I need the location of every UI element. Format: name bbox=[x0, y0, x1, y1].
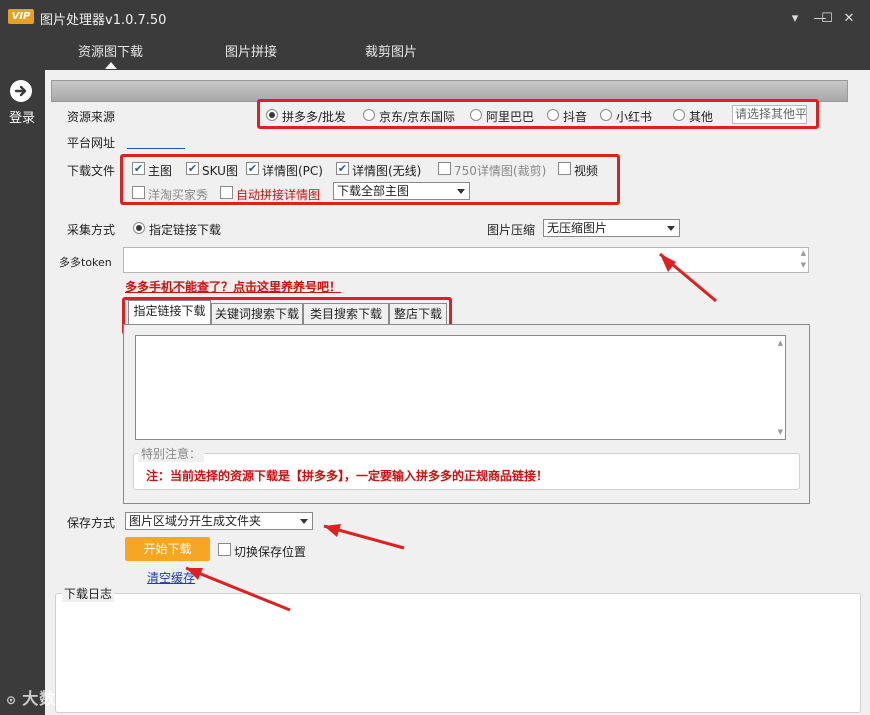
download-log-area[interactable] bbox=[55, 593, 861, 713]
checkbox-label: 详情图(无线) bbox=[352, 164, 422, 178]
checkbox-label: 洋淘买家秀 bbox=[148, 188, 209, 202]
save-method-select[interactable]: 图片区域分开生成文件夹 bbox=[125, 512, 313, 530]
download-log-label: 下载日志 bbox=[62, 585, 115, 602]
checkbox-label: 详情图(PC) bbox=[262, 164, 323, 178]
chevron-down-icon bbox=[300, 519, 308, 524]
tab-crop-image[interactable]: 裁剪图片 bbox=[365, 41, 417, 60]
source-option-label: 小红书 bbox=[616, 110, 653, 124]
download-files-label: 下载文件 bbox=[67, 164, 116, 178]
login-button[interactable]: 登录 bbox=[9, 107, 35, 126]
scroll-down-icon[interactable]: ▼ bbox=[801, 261, 806, 269]
compress-select[interactable]: 无压缩图片 bbox=[543, 219, 680, 237]
checkbox-switch-save-location[interactable] bbox=[218, 543, 231, 556]
notice-text: 注：当前选择的资源下载是【拼多多】，一定要输入拼多多的正规商品链接！ bbox=[146, 469, 549, 483]
token-label: 多多token bbox=[59, 256, 112, 269]
checkbox-sku-image[interactable]: ✔ bbox=[186, 162, 199, 175]
notice-title: 特别注意： bbox=[138, 445, 205, 462]
top-tab-bar: 资源图下载 图片拼接 裁剪图片 bbox=[0, 36, 870, 70]
platform-url-label: 平台网址 bbox=[67, 136, 116, 150]
source-radio-other[interactable] bbox=[673, 109, 685, 121]
checkbox-label: 视频 bbox=[574, 164, 599, 178]
watermark-text: 大数跨境 bbox=[22, 689, 91, 708]
source-option-label: 其他 bbox=[689, 110, 714, 124]
compress-select-value: 无压缩图片 bbox=[547, 221, 608, 235]
collect-radio-link[interactable] bbox=[133, 222, 145, 234]
subtab-panel: ▲ ▼ 特别注意： 注：当前选择的资源下载是【拼多多】，一定要输入拼多多的正规商… bbox=[123, 324, 810, 504]
switch-save-label: 切换保存位置 bbox=[234, 545, 307, 559]
checkbox-label: 主图 bbox=[148, 164, 173, 178]
checkbox-label: 自动拼接详情图 bbox=[236, 188, 321, 202]
source-radio-xiaohongshu[interactable] bbox=[600, 109, 612, 121]
subtab-category-search[interactable]: 类目搜索下载 bbox=[303, 303, 389, 325]
main-image-select[interactable]: 下载全部主图 bbox=[333, 182, 470, 200]
token-input[interactable]: ▲ ▼ bbox=[123, 247, 809, 273]
token-help-link[interactable]: 多多手机不能查了？点击这里养养号吧！ bbox=[125, 278, 341, 295]
vip-badge: VIP bbox=[8, 9, 34, 24]
subtab-shop-download[interactable]: 整店下载 bbox=[389, 303, 447, 325]
menu-icon[interactable]: ▾ bbox=[788, 12, 802, 26]
save-method-label: 保存方式 bbox=[67, 516, 116, 530]
source-option-label: 阿里巴巴 bbox=[486, 110, 535, 124]
collect-option-label: 指定链接下载 bbox=[149, 223, 222, 237]
source-option-label: 京东/京东国际 bbox=[379, 110, 456, 124]
main-panel: 资源来源 拼多多/批发 京东/京东国际 阿里巴巴 抖音 小红书 其他 请选择其他… bbox=[45, 70, 870, 715]
checkbox-main-image[interactable]: ✔ bbox=[132, 162, 145, 175]
checkbox-detail-mobile[interactable]: ✔ bbox=[336, 162, 349, 175]
subtab-link-download[interactable]: 指定链接下载 bbox=[128, 300, 211, 325]
checkbox-label: SKU图 bbox=[202, 164, 238, 178]
checkbox-750-detail[interactable] bbox=[438, 162, 451, 175]
checkbox-buyer-show[interactable] bbox=[132, 186, 145, 199]
save-method-select-value: 图片区域分开生成文件夹 bbox=[129, 514, 262, 528]
chevron-down-icon bbox=[457, 189, 465, 194]
scroll-up-icon[interactable]: ▲ bbox=[801, 249, 806, 257]
title-bar: VIP 图片处理器v1.0.7.50 ▾ — ☐ ✕ bbox=[0, 0, 870, 36]
checkbox-label: 750详情图(裁剪) bbox=[454, 164, 547, 178]
collect-method-label: 采集方式 bbox=[67, 223, 116, 237]
source-radio-pdd[interactable] bbox=[266, 109, 278, 121]
platform-url-value[interactable] bbox=[127, 148, 185, 149]
chevron-down-icon bbox=[667, 226, 675, 231]
checkbox-video[interactable] bbox=[558, 162, 571, 175]
link-textarea[interactable]: ▲ ▼ bbox=[135, 335, 786, 440]
main-image-select-value: 下载全部主图 bbox=[337, 184, 410, 198]
active-tab-indicator bbox=[105, 62, 117, 69]
watermark-logo-icon: ⊙ bbox=[6, 693, 23, 707]
other-platform-input[interactable]: 请选择其他平 bbox=[732, 105, 807, 124]
source-label: 资源来源 bbox=[67, 110, 116, 124]
source-radio-douyin[interactable] bbox=[547, 109, 559, 121]
subtab-keyword-search[interactable]: 关键词搜索下载 bbox=[211, 303, 303, 325]
close-icon[interactable]: ✕ bbox=[842, 12, 856, 26]
start-download-button[interactable]: 开始下载 bbox=[125, 537, 210, 561]
checkbox-auto-stitch[interactable] bbox=[220, 186, 233, 199]
clear-cache-link[interactable]: 清空缓存 bbox=[147, 569, 195, 586]
compress-label: 图片压缩 bbox=[487, 223, 536, 237]
app-title: 图片处理器v1.0.7.50 bbox=[40, 13, 167, 28]
source-radio-jd[interactable] bbox=[363, 109, 375, 121]
source-option-label: 拼多多/批发 bbox=[282, 110, 347, 124]
tab-image-stitch[interactable]: 图片拼接 bbox=[225, 41, 277, 60]
scroll-down-icon[interactable]: ▼ bbox=[778, 428, 783, 436]
maximize-icon[interactable]: ☐ bbox=[820, 12, 834, 26]
scroll-up-icon[interactable]: ▲ bbox=[778, 339, 783, 347]
sidebar: 登录 bbox=[0, 70, 45, 715]
source-radio-alibaba[interactable] bbox=[470, 109, 482, 121]
watermark: ⊙ 大数跨境 bbox=[6, 685, 90, 709]
checkbox-detail-pc[interactable]: ✔ bbox=[246, 162, 259, 175]
tab-resource-download[interactable]: 资源图下载 bbox=[78, 41, 143, 60]
login-icon[interactable] bbox=[10, 80, 32, 102]
source-option-label: 抖音 bbox=[563, 110, 588, 124]
